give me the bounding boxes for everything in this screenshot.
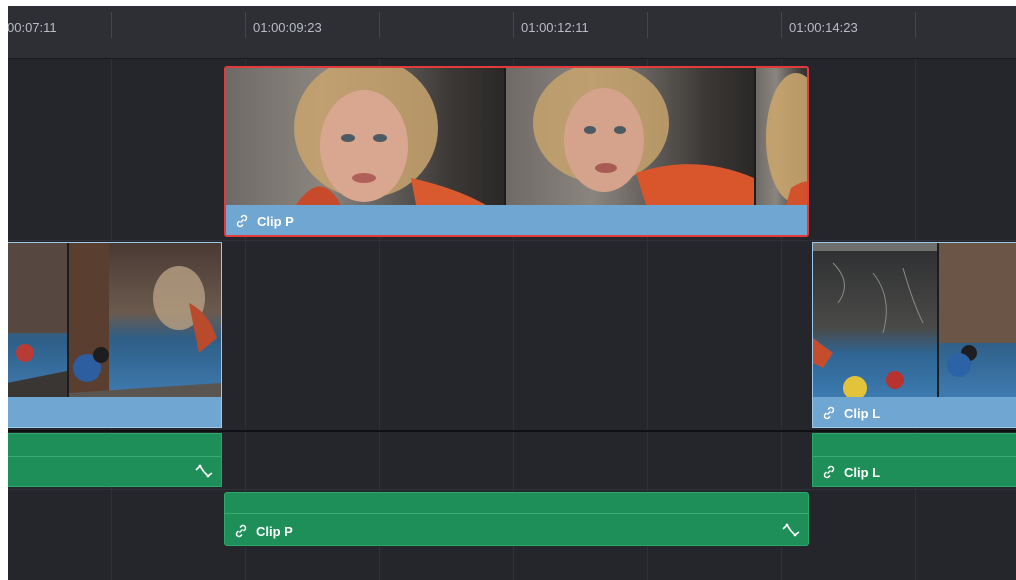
- audio-curve-icon[interactable]: [782, 523, 800, 537]
- audio-level-line: [813, 456, 1016, 457]
- clip-thumbnails: [226, 68, 807, 205]
- audio-clip-left[interactable]: [8, 433, 222, 487]
- thumbnail-frame: [939, 243, 1016, 397]
- timecode-label: 01:00:09:23: [253, 20, 322, 35]
- thumbnail-frame: [226, 68, 504, 205]
- link-icon: [235, 524, 247, 538]
- timecode-ruler[interactable]: 00:07:11 01:00:09:23 01:00:12:11 01:00:1…: [8, 6, 1016, 59]
- ruler-tick: [245, 12, 246, 38]
- audio-level-line: [8, 456, 221, 457]
- track-divider: [8, 489, 1016, 490]
- thumbnail-frame: [756, 68, 807, 205]
- thumbnail-frame: [8, 243, 67, 397]
- clip-name-bar: Clip P: [225, 517, 808, 545]
- thumbnail-frame: [69, 243, 221, 397]
- clip-name-bar: Clip L: [813, 458, 1016, 486]
- link-icon: [236, 214, 248, 228]
- thumbnail-frame: [506, 68, 754, 205]
- ruler-tick: [111, 12, 112, 38]
- clip-name: Clip P: [257, 213, 294, 229]
- ruler-tick: [781, 12, 782, 38]
- timecode-label: 01:00:14:23: [789, 20, 858, 35]
- audio-curve-icon[interactable]: [195, 464, 213, 478]
- clip-name-bar: Clip L: [813, 399, 1016, 427]
- audio-clip-l[interactable]: Clip L: [812, 433, 1016, 487]
- video-audio-divider: [8, 430, 1016, 432]
- timecode-label: 01:00:12:11: [521, 20, 589, 35]
- clip-name: Clip L: [844, 464, 881, 480]
- audio-clip-p[interactable]: Clip P: [224, 492, 809, 546]
- video-clip-left[interactable]: [8, 242, 222, 428]
- clip-name: Clip P: [256, 523, 293, 539]
- clip-thumbnails: [813, 243, 1016, 397]
- clip-name-bar: Clip P: [226, 207, 807, 235]
- timeline-panel[interactable]: 00:07:11 01:00:09:23 01:00:12:11 01:00:1…: [8, 6, 1016, 580]
- timecode-label: 00:07:11: [8, 20, 57, 35]
- video-clip-l[interactable]: Clip L: [812, 242, 1016, 428]
- video-clip-p[interactable]: Clip P: [224, 66, 809, 237]
- clip-name: Clip L: [844, 405, 881, 421]
- track-divider: [8, 240, 1016, 241]
- link-icon: [823, 406, 835, 420]
- audio-level-line: [225, 513, 808, 514]
- ruler-tick: [915, 12, 916, 38]
- thumbnail-frame: [813, 243, 937, 397]
- ruler-tick: [513, 12, 514, 38]
- clip-thumbnails: [8, 243, 221, 397]
- ruler-tick: [647, 12, 648, 38]
- link-icon: [823, 465, 835, 479]
- ruler-tick: [379, 12, 380, 38]
